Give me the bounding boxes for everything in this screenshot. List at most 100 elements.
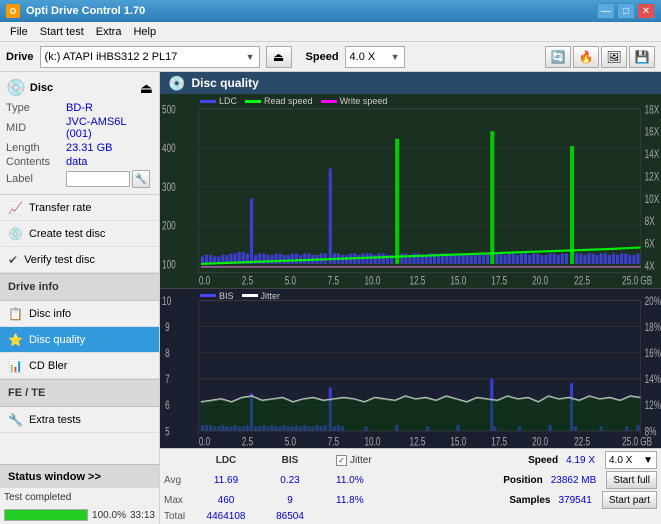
app-title: Opti Drive Control 1.70 — [26, 5, 145, 17]
svg-text:9: 9 — [165, 321, 170, 334]
ldc-max-col: 460 — [196, 495, 256, 506]
contents-label: Contents — [6, 156, 66, 168]
menu-start-test[interactable]: Start test — [34, 24, 90, 40]
svg-text:12X: 12X — [645, 171, 660, 184]
app-icon: O — [6, 4, 20, 18]
svg-text:4X: 4X — [645, 260, 655, 273]
refresh-button[interactable]: 🔄 — [545, 46, 571, 68]
close-button[interactable]: ✕ — [637, 3, 655, 19]
svg-text:500: 500 — [162, 104, 176, 117]
start-full-button[interactable]: Start full — [606, 471, 657, 489]
create-disc-icon: 💿 — [8, 227, 23, 241]
samples-value: 379541 — [558, 495, 591, 506]
svg-text:200: 200 — [162, 220, 176, 233]
svg-text:8X: 8X — [645, 216, 655, 229]
nav-extra-tests[interactable]: 🔧 Extra tests — [0, 407, 159, 433]
nav-fe-te[interactable]: FE / TE — [0, 379, 159, 407]
svg-text:18X: 18X — [645, 104, 660, 117]
bis-avg: 0.23 — [260, 475, 320, 486]
svg-text:7.5: 7.5 — [328, 436, 340, 448]
jitter-check[interactable]: ✓ Jitter — [336, 455, 372, 466]
stats-total-row: Total 4464108 86504 — [164, 511, 657, 522]
speed-value: 4.0 X — [350, 51, 376, 63]
label-edit-button[interactable]: 🔧 — [132, 170, 150, 188]
window-controls: — □ ✕ — [597, 3, 655, 19]
legend-bis-color — [200, 294, 216, 297]
jitter-avg: 11.0% — [336, 475, 364, 486]
svg-text:2.5: 2.5 — [242, 275, 254, 287]
action-buttons-2: Start part — [602, 491, 657, 509]
svg-text:400: 400 — [162, 143, 176, 156]
burn-button[interactable]: 🔥 — [573, 46, 599, 68]
disc-quality-header: 💿 Disc quality — [160, 72, 661, 94]
svg-text:25.0 GB: 25.0 GB — [622, 436, 652, 448]
svg-text:17.5: 17.5 — [491, 275, 507, 287]
disc-quality-title: Disc quality — [191, 76, 258, 90]
legend-jitter: Jitter — [242, 291, 281, 301]
contents-value: data — [66, 156, 87, 168]
status-window-button[interactable]: Status window >> — [0, 464, 159, 488]
svg-text:7: 7 — [165, 374, 170, 387]
nav-cd-bler[interactable]: 📊 CD Bler — [0, 353, 159, 379]
label-input[interactable] — [66, 171, 130, 187]
progress-bar-row: 100.0% 33:13 — [0, 506, 159, 524]
save-button[interactable]: 💾 — [629, 46, 655, 68]
nav-section-drive-info[interactable]: Drive info — [0, 273, 159, 301]
speed-label: Speed — [306, 51, 339, 63]
speed-select[interactable]: 4.0 X ▼ — [345, 46, 405, 68]
nav-disc-info[interactable]: 📋 Disc info — [0, 301, 159, 327]
drive-value: (k:) ATAPI iHBS312 2 PL17 — [45, 51, 178, 63]
extra-tests-icon: 🔧 — [8, 413, 23, 427]
legend-jitter-label: Jitter — [261, 291, 281, 301]
nav-transfer-rate[interactable]: 📈 Transfer rate — [0, 195, 159, 221]
disc-label-row: Label 🔧 — [6, 170, 153, 188]
jitter-checkbox[interactable]: ✓ — [336, 455, 347, 466]
menu-bar: File Start test Extra Help — [0, 22, 661, 42]
settings-button[interactable]: 🖼 — [601, 46, 627, 68]
minimize-button[interactable]: — — [597, 3, 615, 19]
svg-text:6: 6 — [165, 400, 170, 413]
legend-read-speed: Read speed — [245, 96, 313, 106]
ldc-avg: 11.69 — [196, 475, 256, 486]
legend-jitter-color — [242, 294, 258, 297]
lower-chart-svg: 10 9 8 7 6 5 20% 18% 16% 14% 12% 8% — [160, 289, 661, 448]
speed-select-bottom[interactable]: 4.0 X ▼ — [605, 451, 657, 469]
speed-label: Speed — [528, 455, 558, 466]
svg-text:5: 5 — [165, 426, 170, 439]
upper-chart: LDC Read speed Write speed — [160, 94, 661, 289]
svg-text:2.5: 2.5 — [242, 436, 254, 448]
ldc-max: 460 — [196, 495, 256, 506]
stats-avg-row: Avg 11.69 0.23 11.0% Position 23862 MB S… — [164, 471, 657, 489]
length-label: Length — [6, 142, 66, 154]
jitter-max: 11.8% — [336, 495, 364, 506]
maximize-button[interactable]: □ — [617, 3, 635, 19]
progress-time: 33:13 — [130, 510, 155, 521]
cd-bler-icon: 📊 — [8, 359, 23, 373]
progress-bar-outer — [4, 509, 88, 521]
drive-toolbar: Drive (k:) ATAPI iHBS312 2 PL17 ▼ ⏏ Spee… — [0, 42, 661, 72]
svg-text:20%: 20% — [645, 295, 661, 308]
bis-total: 86504 — [260, 511, 320, 522]
disc-type-row: Type BD-R — [6, 102, 153, 114]
drive-select[interactable]: (k:) ATAPI iHBS312 2 PL17 ▼ — [40, 46, 260, 68]
eject-button[interactable]: ⏏ — [266, 46, 292, 68]
progress-bar-inner — [5, 510, 87, 520]
nav-verify-test-disc[interactable]: ✔ Verify test disc — [0, 247, 159, 273]
ldc-total-col: 4464108 — [196, 511, 256, 522]
svg-text:12.5: 12.5 — [409, 436, 425, 448]
svg-text:14%: 14% — [645, 374, 661, 387]
jitter-avg-col: 11.0% — [336, 475, 396, 486]
samples-info: Samples — [509, 495, 550, 506]
menu-help[interactable]: Help — [127, 24, 162, 40]
nav-disc-quality[interactable]: ⭐ Disc quality — [0, 327, 159, 353]
start-part-button[interactable]: Start part — [602, 491, 657, 509]
menu-extra[interactable]: Extra — [90, 24, 128, 40]
stats-header-row: LDC BIS ✓ Jitter Speed 4.19 X 4.0 X ▼ — [164, 451, 657, 469]
legend-bis-label: BIS — [219, 291, 234, 301]
nav-disc-quality-label: Disc quality — [29, 334, 85, 346]
svg-text:20.0: 20.0 — [532, 436, 548, 448]
ldc-total: 4464108 — [196, 511, 256, 522]
nav-create-test-disc[interactable]: 💿 Create test disc — [0, 221, 159, 247]
menu-file[interactable]: File — [4, 24, 34, 40]
svg-text:22.5: 22.5 — [574, 436, 590, 448]
